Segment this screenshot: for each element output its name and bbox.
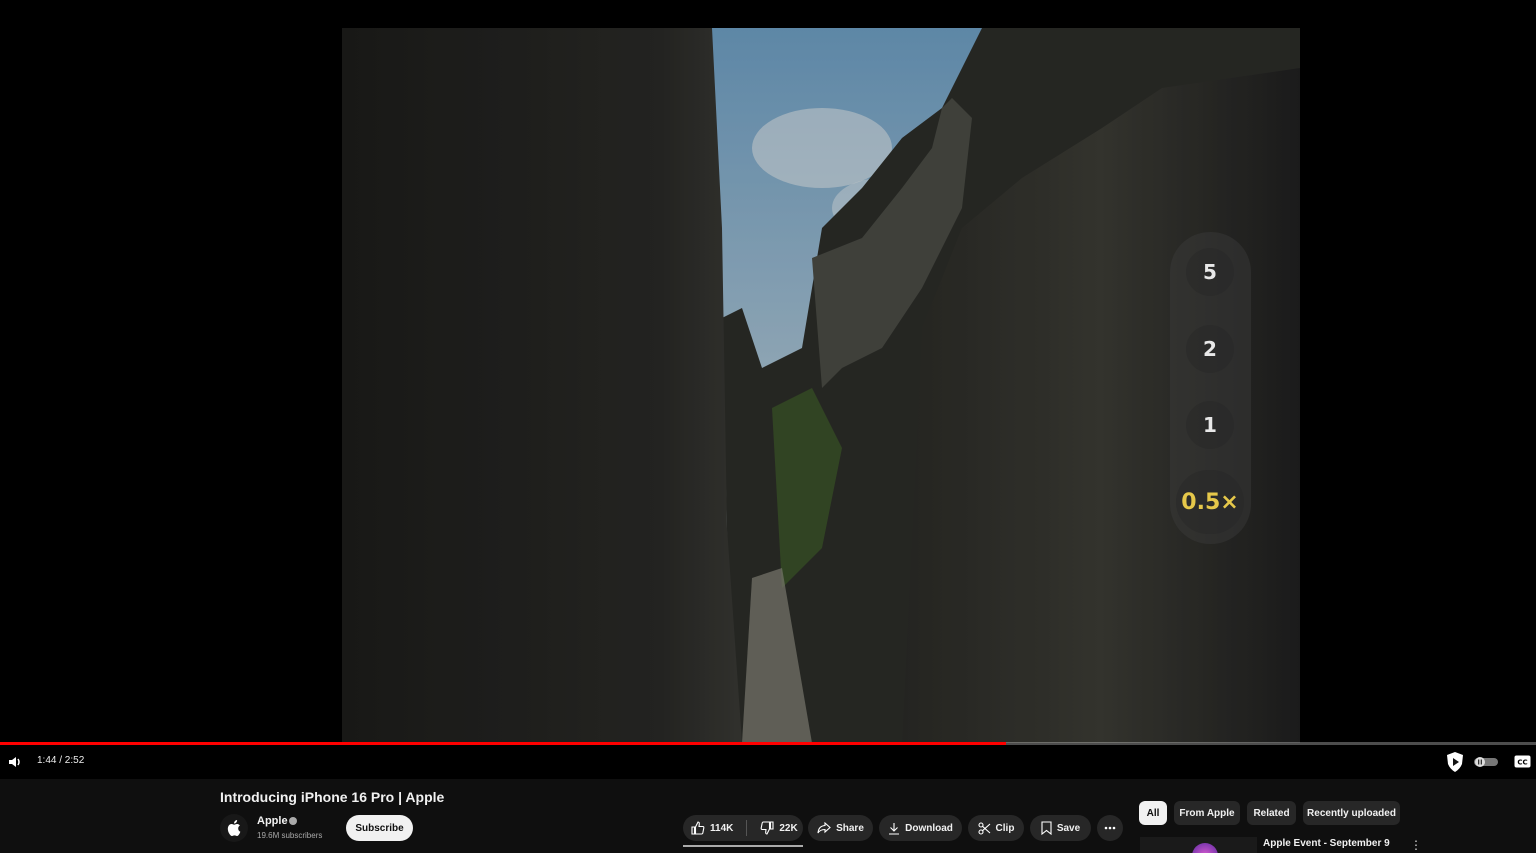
clip-label: Clip xyxy=(995,822,1015,834)
share-label: Share xyxy=(836,822,864,834)
chip-from-apple[interactable]: From Apple xyxy=(1174,801,1240,825)
scissors-icon xyxy=(977,821,990,835)
progress-played xyxy=(0,742,1007,745)
recommendation-thumbnail[interactable] xyxy=(1140,837,1257,853)
zoom-5x: 5 xyxy=(1186,248,1234,296)
time-display: 1:44 / 2:52 xyxy=(37,755,85,766)
like-button[interactable]: 114K xyxy=(691,821,733,835)
dislike-button[interactable]: 22K xyxy=(760,821,798,835)
more-horizontal-icon xyxy=(1104,826,1116,830)
zoom-2x: 2 xyxy=(1186,325,1234,373)
subscribe-button[interactable]: Subscribe xyxy=(346,815,413,841)
download-icon xyxy=(889,822,900,835)
apple-logo-icon xyxy=(227,820,241,836)
dislike-count: 22K xyxy=(779,822,798,834)
player-controls: 1:44 / 2:52 CC xyxy=(0,748,1536,778)
share-icon xyxy=(817,822,831,834)
chip-related[interactable]: Related xyxy=(1247,801,1296,825)
autoplay-toggle-icon[interactable] xyxy=(1474,756,1498,768)
video-player[interactable]: 5 2 1 0.5× 1:44 / 2:52 CC xyxy=(0,0,1536,779)
chip-recently-uploaded[interactable]: Recently uploaded xyxy=(1303,801,1400,825)
save-button[interactable]: Save xyxy=(1030,815,1091,841)
bookmark-icon xyxy=(1041,821,1052,835)
more-vertical-icon[interactable]: ⋮ xyxy=(1410,838,1422,852)
video-scene-canyon xyxy=(342,28,1300,743)
channel-name[interactable]: Apple xyxy=(257,815,288,827)
svg-text:CC: CC xyxy=(1517,759,1527,767)
video-title: Introducing iPhone 16 Pro | Apple xyxy=(220,789,445,805)
like-count: 114K xyxy=(710,822,734,834)
like-dislike-group: 114K 22K xyxy=(683,815,803,841)
save-label: Save xyxy=(1056,822,1081,834)
thumbs-up-icon xyxy=(691,821,705,835)
download-label: Download xyxy=(905,822,953,834)
thumbs-down-icon xyxy=(760,821,774,835)
verified-badge-icon xyxy=(289,817,297,825)
subscriber-count: 19.6M subscribers xyxy=(257,831,323,840)
share-button[interactable]: Share xyxy=(808,815,873,841)
download-button[interactable]: Download xyxy=(879,815,962,841)
zoom-1x: 1 xyxy=(1186,401,1234,449)
like-dislike-ratio-bar xyxy=(683,845,803,847)
thumbnail-glow xyxy=(1192,843,1218,853)
channel-avatar[interactable] xyxy=(220,814,248,842)
watch-metadata: Introducing iPhone 16 Pro | Apple Apple … xyxy=(0,779,1536,853)
video-frame[interactable] xyxy=(342,28,1300,743)
more-actions-button[interactable] xyxy=(1097,815,1123,841)
like-divider xyxy=(746,820,748,836)
captions-icon[interactable]: CC xyxy=(1514,755,1531,768)
volume-icon[interactable] xyxy=(8,755,22,769)
recommendation-title[interactable]: Apple Event - September 9 xyxy=(1263,838,1390,849)
chip-all[interactable]: All xyxy=(1139,801,1167,825)
adblock-shield-icon[interactable] xyxy=(1445,751,1465,773)
clip-button[interactable]: Clip xyxy=(968,815,1024,841)
zoom-0-5x-active: 0.5× xyxy=(1176,470,1244,534)
progress-bar[interactable] xyxy=(0,742,1536,745)
